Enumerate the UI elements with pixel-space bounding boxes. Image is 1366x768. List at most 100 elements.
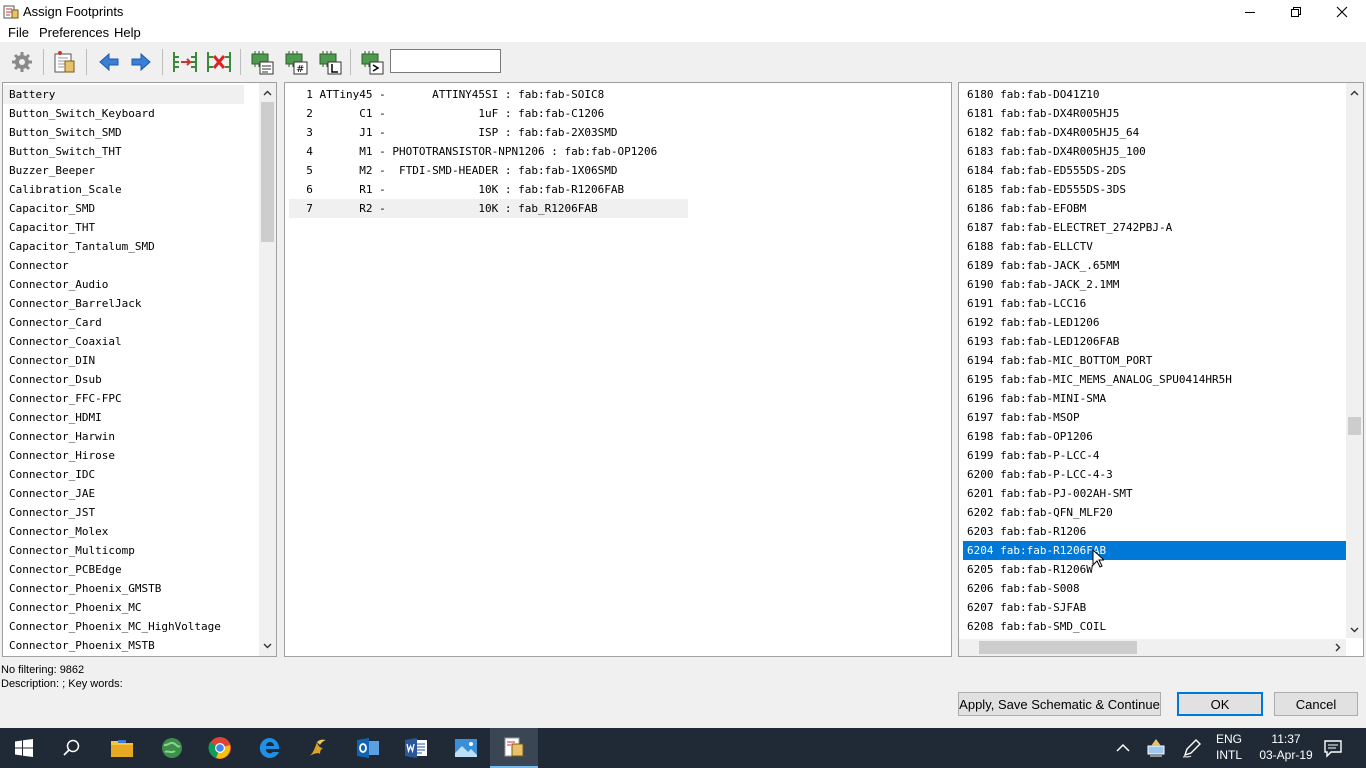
previous-button[interactable] bbox=[94, 47, 124, 77]
scrollbar-thumb[interactable] bbox=[979, 641, 1137, 654]
footprint-list-item[interactable]: 6194 fab:fab-MIC_BOTTOM_PORT bbox=[963, 351, 1346, 370]
apply-save-continue-button[interactable]: Apply, Save Schematic & Continue bbox=[958, 692, 1161, 716]
library-list-item[interactable]: Connector bbox=[3, 256, 244, 275]
footprint-list-item[interactable]: 6203 fab:fab-R1206 bbox=[963, 522, 1346, 541]
library-list-item[interactable]: Connector_Card bbox=[3, 313, 244, 332]
library-list-item[interactable]: Connector_Phoenix_GMSTB bbox=[3, 579, 244, 598]
word-button[interactable] bbox=[392, 728, 440, 768]
footprint-list-item[interactable]: 6181 fab:fab-DX4R005HJ5 bbox=[963, 104, 1346, 123]
library-list-item[interactable]: Connector_PCBEdge bbox=[3, 560, 244, 579]
edge-button[interactable] bbox=[246, 728, 294, 768]
footprint-list-item[interactable]: 6183 fab:fab-DX4R005HJ5_100 bbox=[963, 142, 1346, 161]
restore-button[interactable] bbox=[1273, 0, 1319, 24]
component-list-item[interactable]: 7 R2 - 10K : fab_R1206FAB bbox=[289, 199, 688, 218]
footprint-list-item[interactable]: 6205 fab:fab-R1206W bbox=[963, 560, 1346, 579]
menu-file[interactable]: File bbox=[8, 25, 29, 40]
file-explorer-button[interactable] bbox=[98, 728, 146, 768]
outlook-button[interactable] bbox=[344, 728, 392, 768]
library-list-item[interactable]: Capacitor_THT bbox=[3, 218, 244, 237]
scrollbar-thumb[interactable] bbox=[1348, 417, 1361, 435]
search-button[interactable] bbox=[48, 728, 96, 768]
footprint-list-item[interactable]: 6188 fab:fab-ELLCTV bbox=[963, 237, 1346, 256]
library-list-item[interactable]: Connector_DIN bbox=[3, 351, 244, 370]
footprint-list-item[interactable]: 6193 fab:fab-LED1206FAB bbox=[963, 332, 1346, 351]
cancel-button[interactable]: Cancel bbox=[1274, 692, 1358, 716]
footprint-list-item[interactable]: 6200 fab:fab-P-LCC-4-3 bbox=[963, 465, 1346, 484]
filter-text-input[interactable] bbox=[390, 49, 501, 73]
chrome-button[interactable] bbox=[196, 728, 244, 768]
library-list-scrollbar[interactable] bbox=[259, 83, 276, 656]
scrollbar-thumb[interactable] bbox=[261, 102, 274, 242]
library-list-item[interactable]: Connector_HDMI bbox=[3, 408, 244, 427]
language-indicator[interactable]: ENG INTL bbox=[1212, 732, 1246, 762]
footprint-list-item[interactable]: 6190 fab:fab-JACK_2.1MM bbox=[963, 275, 1346, 294]
library-list-item[interactable]: Connector_BarrelJack bbox=[3, 294, 244, 313]
library-list-item[interactable]: Battery bbox=[3, 85, 244, 104]
minimize-button[interactable] bbox=[1227, 0, 1273, 24]
footprint-list-item[interactable]: 6189 fab:fab-JACK_.65MM bbox=[963, 256, 1346, 275]
component-list-item[interactable]: 2 C1 - 1uF : fab:fab-C1206 bbox=[289, 104, 688, 123]
footprint-list-item[interactable]: 6207 fab:fab-SJFAB bbox=[963, 598, 1346, 617]
scroll-up-icon[interactable] bbox=[259, 85, 276, 102]
clock[interactable]: 11:37 03-Apr-19 bbox=[1254, 732, 1318, 762]
library-list-item[interactable]: Connector_Harwin bbox=[3, 427, 244, 446]
network-icon[interactable] bbox=[1145, 738, 1167, 761]
library-list-item[interactable]: Connector_JST bbox=[3, 503, 244, 522]
view-footprint-button[interactable] bbox=[49, 47, 79, 77]
library-list-item[interactable]: Button_Switch_SMD bbox=[3, 123, 244, 142]
auto-associate-button[interactable] bbox=[170, 47, 200, 77]
footprint-list-item[interactable]: 6186 fab:fab-EFOBM bbox=[963, 199, 1346, 218]
footprint-list-item[interactable]: 6180 fab:fab-DO41Z10 bbox=[963, 85, 1346, 104]
footprint-list-item[interactable]: 6195 fab:fab-MIC_MEMS_ANALOG_SPU0414HR5H bbox=[963, 370, 1346, 389]
footprint-list-item[interactable]: 6182 fab:fab-DX4R005HJ5_64 bbox=[963, 123, 1346, 142]
component-list-item[interactable]: 5 M2 - FTDI-SMD-HEADER : fab:fab-1X06SMD bbox=[289, 161, 688, 180]
library-list-item[interactable]: Connector_Phoenix_MC bbox=[3, 598, 244, 617]
footprint-list-item[interactable]: 6187 fab:fab-ELECTRET_2742PBJ-A bbox=[963, 218, 1346, 237]
component-list-item[interactable]: 1 ATTiny45 - ATTINY45SI : fab:fab-SOIC8 bbox=[289, 85, 688, 104]
filter-name-button[interactable] bbox=[357, 47, 387, 77]
pen-icon[interactable] bbox=[1182, 738, 1202, 761]
footprint-list-item[interactable]: 6185 fab:fab-ED555DS-3DS bbox=[963, 180, 1346, 199]
footprint-list-item[interactable]: 6192 fab:fab-LED1206 bbox=[963, 313, 1346, 332]
library-list-item[interactable]: Capacitor_SMD bbox=[3, 199, 244, 218]
filter-library-button[interactable] bbox=[315, 47, 345, 77]
library-list-item[interactable]: Connector_Phoenix_MSTB bbox=[3, 636, 244, 655]
library-list-item[interactable]: Connector_Multicomp bbox=[3, 541, 244, 560]
delete-associations-button[interactable] bbox=[204, 47, 234, 77]
start-button[interactable] bbox=[0, 728, 48, 768]
ok-button[interactable]: OK bbox=[1177, 692, 1263, 716]
library-list-item[interactable]: Button_Switch_THT bbox=[3, 142, 244, 161]
footprint-list-item[interactable]: 6204 fab:fab-R1206FAB bbox=[963, 541, 1346, 560]
library-list-item[interactable]: Connector_Coaxial bbox=[3, 332, 244, 351]
component-list-item[interactable]: 4 M1 - PHOTOTRANSISTOR-NPN1206 : fab:fab… bbox=[289, 142, 688, 161]
footprint-list-item[interactable]: 6202 fab:fab-QFN_MLF20 bbox=[963, 503, 1346, 522]
footprint-list-item[interactable]: 6199 fab:fab-P-LCC-4 bbox=[963, 446, 1346, 465]
footprint-list-item[interactable]: 6184 fab:fab-ED555DS-2DS bbox=[963, 161, 1346, 180]
library-list-item[interactable]: Connector_FFC-FPC bbox=[3, 389, 244, 408]
footprint-list-item[interactable]: 6196 fab:fab-MINI-SMA bbox=[963, 389, 1346, 408]
library-list-item[interactable]: Connector_Molex bbox=[3, 522, 244, 541]
footprint-list-vscrollbar[interactable] bbox=[1346, 83, 1363, 638]
library-list-item[interactable]: Buzzer_Beeper bbox=[3, 161, 244, 180]
footprint-list-item[interactable]: 6191 fab:fab-LCC16 bbox=[963, 294, 1346, 313]
library-list-item[interactable]: Calibration_Scale bbox=[3, 180, 244, 199]
next-button[interactable] bbox=[126, 47, 156, 77]
library-list-item[interactable]: Connector_Phoenix_MC_HighVoltage bbox=[3, 617, 244, 636]
chevron-up-icon[interactable] bbox=[1115, 740, 1131, 759]
scroll-right-icon[interactable] bbox=[1329, 639, 1346, 656]
footprint-list-item[interactable]: 6208 fab:fab-SMD_COIL bbox=[963, 617, 1346, 636]
library-list-item[interactable]: Button_Switch_Keyboard bbox=[3, 104, 244, 123]
menu-preferences[interactable]: Preferences bbox=[39, 25, 109, 40]
scroll-down-icon[interactable] bbox=[259, 637, 276, 654]
component-list-item[interactable]: 3 J1 - ISP : fab:fab-2X03SMD bbox=[289, 123, 688, 142]
footprint-list-item[interactable]: 6198 fab:fab-OP1206 bbox=[963, 427, 1346, 446]
network-globe-button[interactable] bbox=[148, 728, 196, 768]
footprint-list-item[interactable]: 6197 fab:fab-MSOP bbox=[963, 408, 1346, 427]
footprint-list-item[interactable]: 6206 fab:fab-S008 bbox=[963, 579, 1346, 598]
library-list-item[interactable]: Connector_JAE bbox=[3, 484, 244, 503]
close-button[interactable] bbox=[1319, 0, 1365, 24]
library-list-item[interactable]: Connector_IDC bbox=[3, 465, 244, 484]
footprint-list-item[interactable]: 6201 fab:fab-PJ-002AH-SMT bbox=[963, 484, 1346, 503]
filter-keywords-button[interactable] bbox=[247, 47, 277, 77]
photos-button[interactable] bbox=[442, 728, 490, 768]
